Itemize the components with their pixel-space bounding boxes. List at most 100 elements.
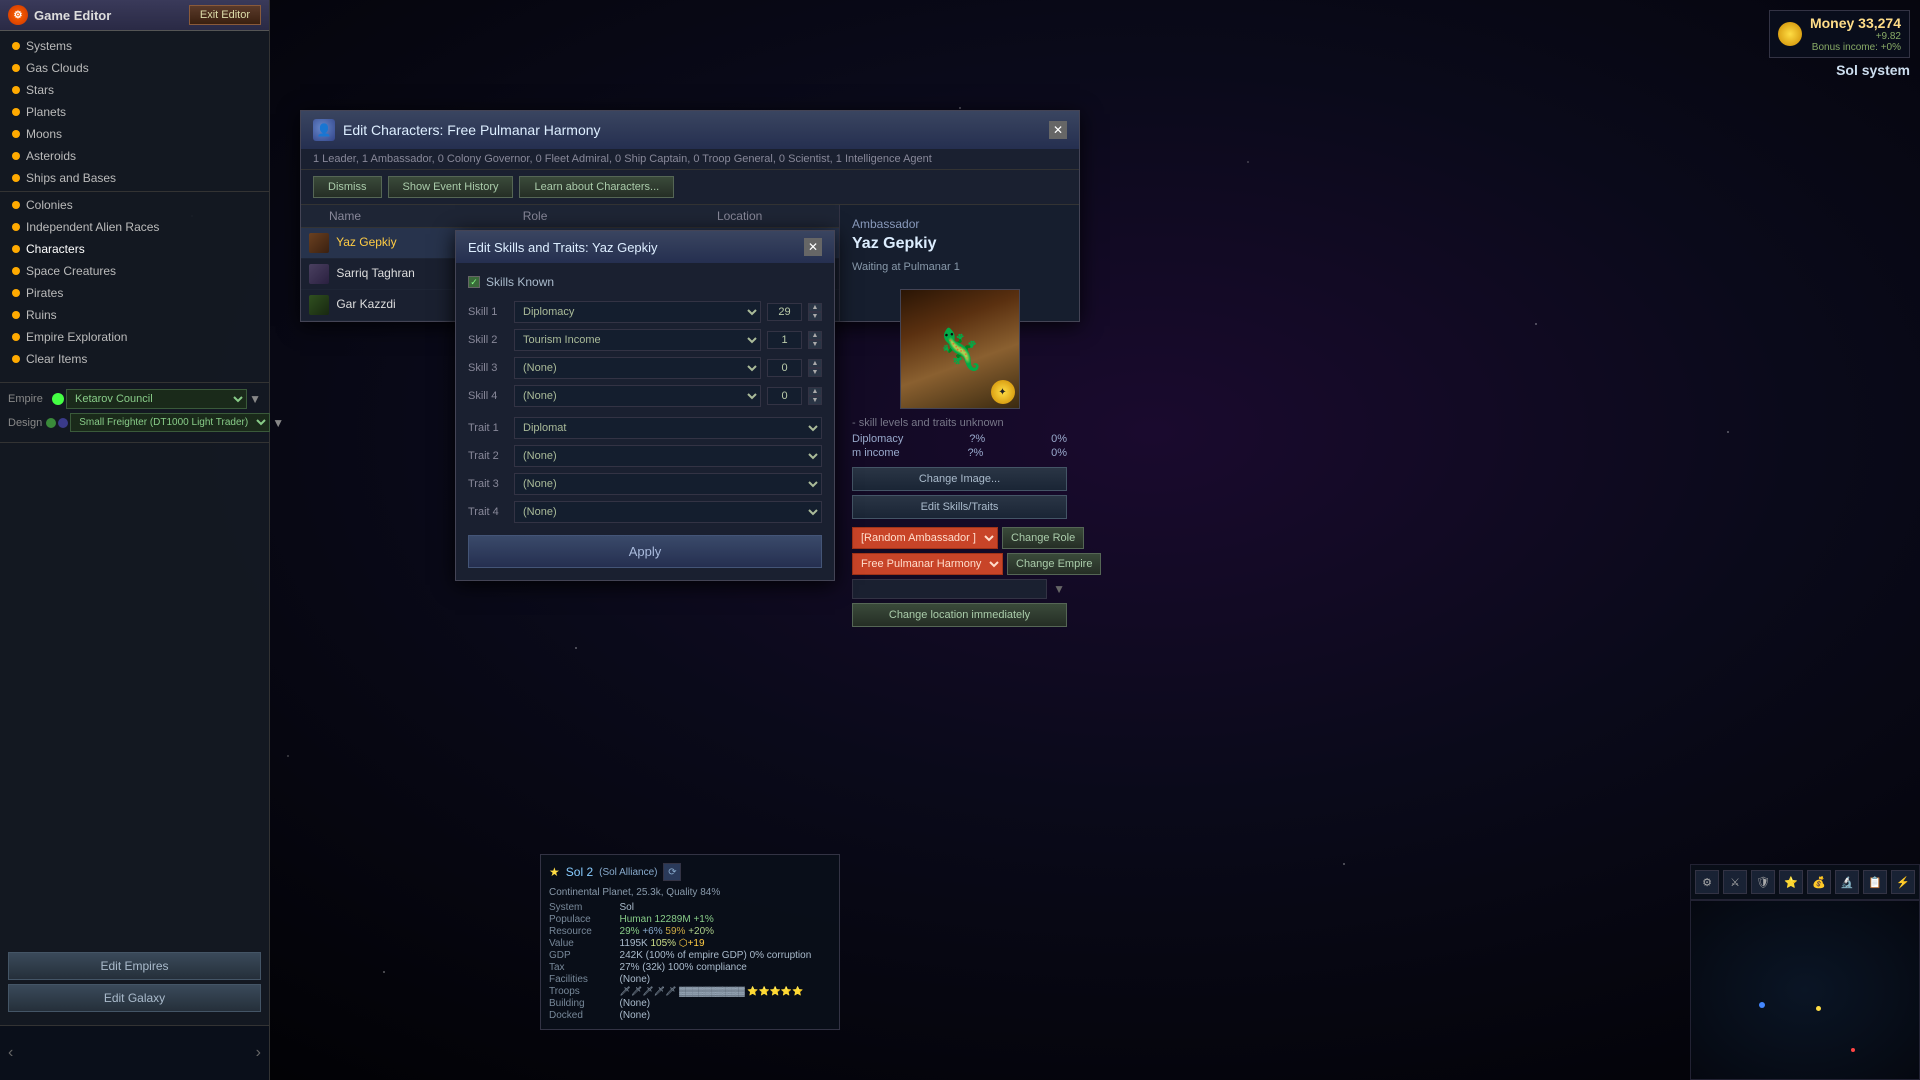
- skill-4-up[interactable]: ▲: [808, 387, 822, 396]
- trait-3-select[interactable]: (None): [514, 473, 822, 495]
- empire-label: Empire: [8, 393, 48, 405]
- sidebar-item-stars-label: Stars: [26, 83, 54, 97]
- change-role-select[interactable]: [Random Ambassador ]: [852, 527, 998, 549]
- dismiss-button[interactable]: Dismiss: [313, 176, 382, 198]
- edit-chars-close-button[interactable]: ✕: [1049, 121, 1067, 139]
- trait-row-2: Trait 2 (None): [468, 445, 822, 467]
- change-role-button[interactable]: Change Role: [1002, 527, 1084, 549]
- toolbar-icon-8[interactable]: ⚡: [1891, 870, 1915, 894]
- sidebar-item-alien-races[interactable]: Independent Alien Races: [0, 216, 269, 238]
- sidebar-item-gas-clouds[interactable]: Gas Clouds: [0, 57, 269, 79]
- skill-2-spinner: ▲ ▼: [808, 331, 822, 349]
- char-skill-diplomacy: Diplomacy ?% 0%: [852, 433, 1067, 445]
- toolbar-icon-1[interactable]: ⚙: [1695, 870, 1719, 894]
- sidebar-item-clear-items[interactable]: Clear Items: [0, 348, 269, 370]
- edit-chars-title-left: 👤 Edit Characters: Free Pulmanar Harmony: [313, 119, 601, 141]
- skills-close-button[interactable]: ✕: [804, 238, 822, 256]
- trait-1-select[interactable]: Diplomat: [514, 417, 822, 439]
- money-income: +9.82: [1810, 31, 1901, 42]
- trait-2-select[interactable]: (None): [514, 445, 822, 467]
- change-empire-button[interactable]: Change Empire: [1007, 553, 1101, 575]
- toolbar-icon-7[interactable]: 📋: [1863, 870, 1887, 894]
- sidebar-item-planets[interactable]: Planets: [0, 101, 269, 123]
- sidebar-item-systems[interactable]: Systems: [0, 35, 269, 57]
- selected-char-name: Yaz Gepkiy: [852, 235, 1067, 253]
- location-dropdown-icon[interactable]: ▼: [1053, 582, 1065, 596]
- skill-2-up[interactable]: ▲: [808, 331, 822, 340]
- planet-refresh-button[interactable]: ⟳: [663, 863, 681, 881]
- edit-galaxy-button[interactable]: Edit Galaxy: [8, 984, 261, 1012]
- apply-button[interactable]: Apply: [468, 535, 822, 568]
- skill-1-down[interactable]: ▼: [808, 312, 822, 321]
- traits-section: Trait 1 Diplomat Trait 2 (None) Trait 3 …: [468, 417, 822, 523]
- toolbar-icon-5[interactable]: 💰: [1807, 870, 1831, 894]
- skill-4-value[interactable]: [767, 387, 802, 405]
- skill-row-2: Skill 2 Tourism Income ▲ ▼: [468, 329, 822, 351]
- skill-1-up[interactable]: ▲: [808, 303, 822, 312]
- docked-value: (None): [620, 1010, 831, 1021]
- skill-4-down[interactable]: ▼: [808, 396, 822, 405]
- char-action-buttons: Change Image... Edit Skills/Traits: [852, 467, 1067, 519]
- skill-1-label: Skill 1: [468, 306, 508, 318]
- diplomacy-label: Diplomacy: [852, 433, 903, 445]
- skill-3-down[interactable]: ▼: [808, 368, 822, 377]
- empire-row: Empire Ketarov Council ▼: [8, 389, 261, 409]
- minimap-dot-yellow: [1816, 1006, 1821, 1011]
- skill-2-value[interactable]: [767, 331, 802, 349]
- skill-2-select[interactable]: Tourism Income: [514, 329, 761, 351]
- skill-1-select[interactable]: Diplomacy: [514, 301, 761, 323]
- toolbar-icon-4[interactable]: ⭐: [1779, 870, 1803, 894]
- edit-chars-title: Edit Characters: Free Pulmanar Harmony: [343, 122, 601, 138]
- sidebar-item-empire-exploration[interactable]: Empire Exploration: [0, 326, 269, 348]
- minimap-dot-red: [1851, 1048, 1855, 1052]
- sidebar-item-space-creatures[interactable]: Space Creatures: [0, 260, 269, 282]
- planet-desc: Continental Planet, 25.3k, Quality 84%: [549, 887, 831, 898]
- sidebar-item-stars[interactable]: Stars: [0, 79, 269, 101]
- change-empire-select[interactable]: Free Pulmanar Harmony: [852, 553, 1003, 575]
- skills-known-checkbox[interactable]: [468, 276, 480, 288]
- skill-2-label: Skill 2: [468, 334, 508, 346]
- change-location-row: ▼: [852, 579, 1067, 599]
- sidebar-item-ships-bases[interactable]: Ships and Bases: [0, 167, 269, 189]
- skill-row-3: Skill 3 (None) ▲ ▼: [468, 357, 822, 379]
- design-select[interactable]: Small Freighter (DT1000 Light Trader): [70, 413, 270, 432]
- skill-2-down[interactable]: ▼: [808, 340, 822, 349]
- trait-3-label: Trait 3: [468, 478, 508, 490]
- design-dropdown-icon[interactable]: ▼: [272, 416, 284, 430]
- toolbar-icon-2[interactable]: ⚔: [1723, 870, 1747, 894]
- trait-4-select[interactable]: (None): [514, 501, 822, 523]
- minimap-next[interactable]: ›: [256, 1044, 261, 1062]
- toolbar-icon-3[interactable]: 🛡: [1751, 870, 1775, 894]
- skill-3-select[interactable]: (None): [514, 357, 761, 379]
- planet-star-icon: ★: [549, 865, 560, 879]
- sidebar-item-moons[interactable]: Moons: [0, 123, 269, 145]
- sidebar-item-asteroids[interactable]: Asteroids: [0, 145, 269, 167]
- location-input[interactable]: [852, 579, 1047, 599]
- skill-3-up[interactable]: ▲: [808, 359, 822, 368]
- minimap[interactable]: [1690, 900, 1920, 1080]
- change-location-button[interactable]: Change location immediately: [852, 603, 1067, 627]
- building-value: (None): [620, 998, 831, 1009]
- system-value: Sol: [620, 902, 831, 913]
- design-row: Design Small Freighter (DT1000 Light Tra…: [8, 413, 261, 432]
- minimap-prev[interactable]: ‹: [8, 1044, 13, 1062]
- char-portrait: 🦎 ✦: [900, 289, 1020, 409]
- learn-about-characters-button[interactable]: Learn about Characters...: [519, 176, 674, 198]
- char-avatar-2: [309, 264, 329, 284]
- change-image-button[interactable]: Change Image...: [852, 467, 1067, 491]
- toolbar-icon-6[interactable]: 🔬: [1835, 870, 1859, 894]
- sidebar-item-colonies[interactable]: Colonies: [0, 194, 269, 216]
- sidebar-item-characters[interactable]: Characters: [0, 238, 269, 260]
- empire-dropdown-icon[interactable]: ▼: [249, 392, 261, 406]
- edit-empires-button[interactable]: Edit Empires: [8, 952, 261, 980]
- edit-skills-traits-button[interactable]: Edit Skills/Traits: [852, 495, 1067, 519]
- show-event-history-button[interactable]: Show Event History: [388, 176, 514, 198]
- exit-editor-button[interactable]: Exit Editor: [189, 5, 261, 25]
- sidebar-item-pirates[interactable]: Pirates: [0, 282, 269, 304]
- income-pct: 0%: [1051, 447, 1067, 459]
- empire-select[interactable]: Ketarov Council: [66, 389, 247, 409]
- skill-3-value[interactable]: [767, 359, 802, 377]
- sidebar-item-ruins[interactable]: Ruins: [0, 304, 269, 326]
- skill-4-select[interactable]: (None): [514, 385, 761, 407]
- skill-1-value[interactable]: [767, 303, 802, 321]
